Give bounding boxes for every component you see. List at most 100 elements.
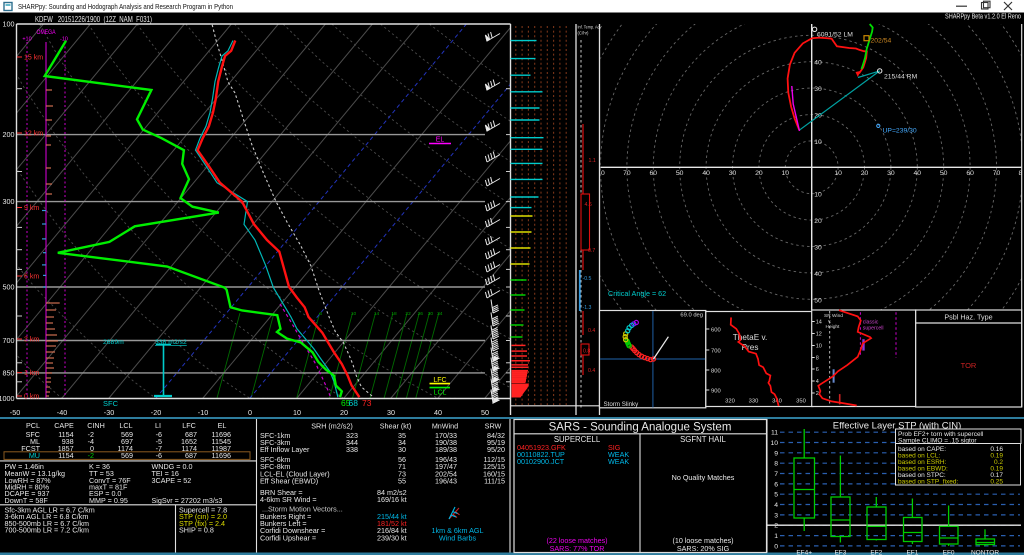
svg-text:LCL: LCL xyxy=(434,390,447,397)
svg-text:10: 10 xyxy=(782,170,790,177)
svg-text:Eff Inflow Layer: Eff Inflow Layer xyxy=(260,445,310,454)
svg-text:95/20: 95/20 xyxy=(487,445,505,454)
svg-text:4: 4 xyxy=(816,379,819,385)
svg-text:68: 68 xyxy=(349,398,359,408)
svg-text:0.8: 0.8 xyxy=(583,349,590,355)
svg-text:22: 22 xyxy=(405,311,411,317)
svg-text:69.0 deg: 69.0 deg xyxy=(680,313,703,319)
svg-text:Height: Height xyxy=(826,324,841,330)
svg-text:-10: -10 xyxy=(198,408,208,417)
svg-text:0: 0 xyxy=(248,408,252,417)
svg-text:50: 50 xyxy=(940,170,948,177)
svg-text:SARS: 77% TOR: SARS: 77% TOR xyxy=(550,544,605,553)
svg-text:SARS - Sounding Analogue Syste: SARS - Sounding Analogue System xyxy=(549,422,732,434)
svg-text:Corfidi Upshear =: Corfidi Upshear = xyxy=(260,533,316,542)
svg-text:350: 350 xyxy=(796,399,806,405)
svg-text:6: 6 xyxy=(774,481,778,488)
svg-text:40: 40 xyxy=(814,271,822,278)
svg-text:50: 50 xyxy=(676,170,684,177)
svg-text:SGFNT HAIL: SGFNT HAIL xyxy=(680,435,726,444)
svg-text:700-500mb LR = 7.2 C/km: 700-500mb LR = 7.2 C/km xyxy=(5,526,90,535)
svg-text:200: 200 xyxy=(3,130,15,139)
svg-text:14: 14 xyxy=(374,311,380,317)
svg-text:30: 30 xyxy=(398,445,406,454)
svg-text:30: 30 xyxy=(814,86,822,93)
svg-text:600: 600 xyxy=(711,328,721,334)
svg-text:ThetaE v.: ThetaE v. xyxy=(733,333,767,342)
svg-text:SRH (m2/s2): SRH (m2/s2) xyxy=(311,422,353,431)
svg-text:Eff Shear (EBWD): Eff Shear (EBWD) xyxy=(260,477,318,486)
svg-text:40: 40 xyxy=(914,170,922,177)
svg-text:Wind Barbs: Wind Barbs xyxy=(439,533,477,542)
svg-text:MMP = 0.95: MMP = 0.95 xyxy=(89,496,128,505)
svg-text:55: 55 xyxy=(398,477,406,486)
svg-text:10: 10 xyxy=(351,311,357,317)
svg-text:No Quality Matches: No Quality Matches xyxy=(672,473,735,482)
svg-text:-2: -2 xyxy=(88,451,94,460)
svg-text:40: 40 xyxy=(434,408,442,417)
svg-text:+10: +10 xyxy=(22,37,31,43)
svg-text:18: 18 xyxy=(391,311,397,317)
svg-text:0 km: 0 km xyxy=(24,394,39,401)
svg-text:239/30 kt: 239/30 kt xyxy=(377,533,407,542)
svg-text:7: 7 xyxy=(774,471,778,478)
svg-text:60: 60 xyxy=(966,170,974,177)
svg-text:00102900.JCT: 00102900.JCT xyxy=(517,457,565,466)
svg-text:(C/hr): (C/hr) xyxy=(578,31,589,37)
svg-text:KDFW 20151226/1900 (12Z NA: KDFW 20151226/1900 (12Z NAM F031) xyxy=(35,15,152,24)
svg-text:1.1: 1.1 xyxy=(589,158,596,164)
svg-text:20: 20 xyxy=(814,218,822,225)
svg-text:SHARPpy: Sounding and Hodograp: SHARPpy: Sounding and Hodograph Analysis… xyxy=(18,2,233,11)
svg-text:0: 0 xyxy=(774,543,778,550)
svg-text:10: 10 xyxy=(770,440,778,447)
svg-text:40: 40 xyxy=(814,60,822,67)
svg-text:SFC: SFC xyxy=(103,399,119,408)
svg-text:LI: LI xyxy=(155,421,161,430)
svg-text:169/16 kt: 169/16 kt xyxy=(377,495,407,504)
svg-text:26: 26 xyxy=(418,311,424,317)
svg-text:196/43: 196/43 xyxy=(435,477,457,486)
svg-text:12: 12 xyxy=(816,332,822,338)
svg-text:100: 100 xyxy=(3,20,15,29)
svg-text:3CAPE = 52: 3CAPE = 52 xyxy=(152,476,192,485)
svg-text:6: 6 xyxy=(816,367,819,373)
svg-text:40: 40 xyxy=(702,170,710,177)
svg-text:-30: -30 xyxy=(104,408,114,417)
svg-text:3: 3 xyxy=(774,512,778,519)
svg-text:700: 700 xyxy=(711,349,721,355)
svg-text:-0.5: -0.5 xyxy=(583,276,592,282)
svg-text:30: 30 xyxy=(887,170,895,177)
svg-text:10: 10 xyxy=(814,139,822,146)
svg-text:SR Wind: SR Wind xyxy=(824,313,843,319)
svg-text:EF2: EF2 xyxy=(870,550,882,555)
svg-text:9 km: 9 km xyxy=(24,205,39,212)
svg-text:900: 900 xyxy=(711,389,721,395)
svg-text:0.25: 0.25 xyxy=(990,478,1003,485)
svg-text:0.4: 0.4 xyxy=(588,368,595,374)
svg-text:-1.3: -1.3 xyxy=(583,305,592,311)
svg-text:338: 338 xyxy=(346,445,358,454)
svg-text:8: 8 xyxy=(816,356,819,362)
svg-text:10: 10 xyxy=(816,344,822,350)
svg-text:6: 6 xyxy=(319,311,322,317)
svg-text:-50: -50 xyxy=(10,408,20,417)
svg-text:0: 0 xyxy=(601,170,605,177)
svg-text:MU: MU xyxy=(29,451,40,460)
svg-text:5: 5 xyxy=(774,492,778,499)
svg-text:70: 70 xyxy=(993,170,1001,177)
svg-text:569: 569 xyxy=(121,451,133,460)
svg-text:NONTOR: NONTOR xyxy=(971,550,999,555)
svg-text:1000: 1000 xyxy=(0,394,15,403)
svg-text:850: 850 xyxy=(3,368,15,377)
svg-text:800: 800 xyxy=(711,369,721,375)
svg-text:2: 2 xyxy=(816,391,819,397)
svg-text:9: 9 xyxy=(774,450,778,457)
svg-text:215/44 RM: 215/44 RM xyxy=(884,74,918,81)
svg-text:SigSvr = 27202 m3/s3: SigSvr = 27202 m3/s3 xyxy=(152,496,223,505)
svg-text:700: 700 xyxy=(3,336,15,345)
svg-text:0.7: 0.7 xyxy=(588,248,595,254)
svg-text:-20: -20 xyxy=(151,408,161,417)
svg-text:Shear (kt): Shear (kt) xyxy=(380,422,412,431)
svg-text:UP=239/30: UP=239/30 xyxy=(883,128,917,135)
svg-text:SHARPpy Beta v1.2.0 El Reno: SHARPpy Beta v1.2.0 El Reno xyxy=(945,12,1021,21)
